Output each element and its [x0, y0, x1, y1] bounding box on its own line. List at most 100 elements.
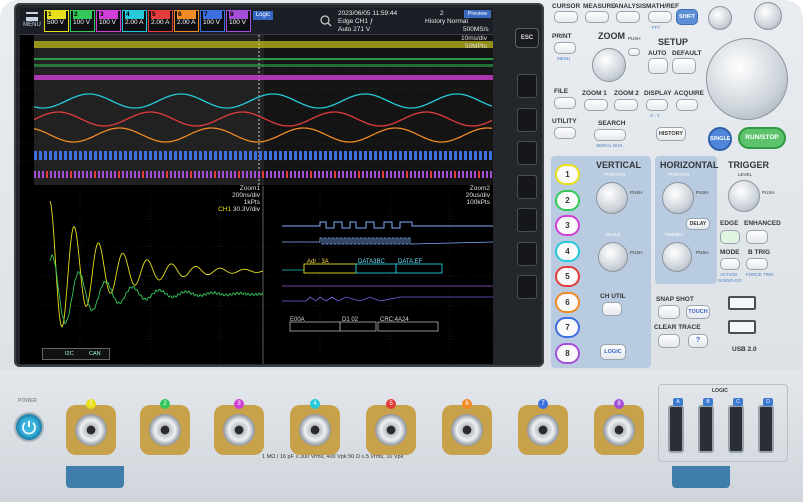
zoom-push-button[interactable] [628, 48, 640, 56]
preview-badge[interactable]: Preview [464, 10, 491, 18]
jog-shuttle-small[interactable] [708, 6, 732, 30]
soft-key-6[interactable] [517, 242, 537, 266]
bnc-input-ch8[interactable]: 8 [594, 399, 644, 455]
bnc-input-ch3[interactable]: 3 [214, 399, 264, 455]
edge-button[interactable] [720, 230, 740, 244]
channel-key-7[interactable]: 7 [555, 317, 580, 338]
channel-badge-6[interactable]: 6 2.00 A [174, 10, 199, 32]
channel-badge-7[interactable]: 7 100 V [200, 10, 225, 32]
menu-button[interactable]: MENU [22, 10, 42, 32]
power-button[interactable] [14, 412, 44, 442]
bnc-connector [299, 414, 331, 446]
soft-key-3[interactable] [517, 141, 537, 165]
bnc-input-ch4[interactable]: 4 [290, 399, 340, 455]
channel-key-6[interactable]: 6 [555, 291, 580, 313]
channel-badge-4[interactable]: 4 2.00 A [122, 10, 147, 32]
xy-label: X - Y [650, 113, 660, 118]
logic-port-b[interactable]: B [698, 398, 714, 453]
help-button[interactable]: ? [688, 334, 708, 348]
trace-ch7-pulse [129, 151, 132, 160]
trace-ch7-pulse [64, 151, 67, 160]
channel-badge-5[interactable]: 5 2.00 A [148, 10, 173, 32]
bnc-input-ch2[interactable]: 2 [140, 399, 190, 455]
utility-button[interactable] [554, 127, 576, 139]
trigger-level-knob[interactable] [728, 180, 760, 212]
zoom2-button[interactable] [614, 99, 638, 111]
jog-dial[interactable] [706, 38, 788, 120]
trace-ch8-tick [98, 171, 100, 178]
bnc-connector [75, 414, 107, 446]
soft-key-4[interactable] [517, 175, 537, 199]
esc-button[interactable]: ESC [515, 28, 539, 48]
acquire-button[interactable] [676, 99, 698, 111]
default-button[interactable] [672, 58, 696, 74]
bnc-input-ch5[interactable]: 5 [366, 399, 416, 455]
logic-port-c[interactable]: C [728, 398, 744, 453]
enhanced-button[interactable] [746, 230, 768, 244]
file-button[interactable] [554, 97, 576, 109]
zoom1-window[interactable] [34, 35, 264, 185]
clear-trace-button[interactable] [658, 334, 680, 348]
print-button[interactable] [554, 42, 576, 54]
snapshot-button[interactable] [658, 305, 680, 319]
zoom2-window[interactable] [264, 35, 493, 185]
logic-port-d[interactable]: D [758, 398, 774, 453]
logic-inputs-label: LOGIC [712, 388, 728, 394]
display-screen[interactable]: MENU Logic 2023/06/05 11:59:44 Edge CH1 … [20, 8, 493, 364]
channel-key-2[interactable]: 2 [555, 189, 580, 211]
logic-button[interactable]: LOGIC [600, 344, 626, 360]
analysis-button[interactable] [616, 11, 640, 23]
soft-key-7[interactable] [517, 275, 537, 299]
cursor-button[interactable] [554, 11, 578, 23]
bnc-input-ch6[interactable]: 6 [442, 399, 492, 455]
channel-badge-8[interactable]: 8 100 V [226, 10, 251, 32]
trace-ch8-tick [198, 171, 200, 178]
trace-ch7-pulse [244, 151, 247, 160]
zoom1-button[interactable] [584, 99, 608, 111]
ch-util-button[interactable] [602, 302, 622, 316]
channel-badge-3[interactable]: 3 100 V [96, 10, 121, 32]
auto-button[interactable] [648, 58, 668, 74]
soft-key-1[interactable] [517, 74, 537, 98]
history-button[interactable]: HISTORY [656, 127, 686, 141]
zoom-knob[interactable] [592, 48, 626, 82]
b-trig-button[interactable] [746, 258, 768, 270]
channel-key-4[interactable]: 4 [555, 240, 580, 262]
delay-button[interactable]: DELAY [686, 218, 710, 230]
soft-key-2[interactable] [517, 108, 537, 132]
bnc-input-ch1[interactable]: 1 [66, 399, 116, 455]
mode-button[interactable] [720, 258, 740, 270]
channel-key-8[interactable]: 8 [555, 342, 580, 364]
channel-badge-1[interactable]: 1 500 V [44, 10, 69, 32]
trace-ch8-tick [346, 171, 348, 178]
horizontal-position-knob[interactable] [662, 182, 694, 214]
display-button[interactable] [646, 99, 668, 111]
vertical-position-knob[interactable] [596, 182, 628, 214]
trace-ch8-tick [274, 171, 276, 178]
trace-ch7-pulse [239, 151, 242, 160]
trace-ch8-tick [170, 171, 172, 178]
bnc-input-ch7[interactable]: 7 [518, 399, 568, 455]
logic-port-a[interactable]: A [668, 398, 684, 453]
trace-ch8-tick [326, 171, 328, 178]
shift-button[interactable]: SHIFT [676, 9, 698, 25]
channel-key-5[interactable]: 5 [555, 266, 580, 287]
usb-port-2[interactable] [728, 320, 756, 334]
channel-key-3[interactable]: 3 [555, 215, 580, 236]
touch-button[interactable]: TOUCH [686, 305, 710, 319]
trace-ch8-tick [450, 171, 452, 178]
math-ref-button[interactable] [648, 11, 672, 23]
run-stop-button[interactable]: RUN/STOP [738, 127, 786, 149]
channel-key-1[interactable]: 1 [555, 164, 580, 185]
measure-button[interactable] [585, 11, 609, 23]
adjust-knob-small[interactable] [754, 2, 782, 30]
search-button[interactable] [594, 129, 626, 141]
vertical-scale-knob[interactable] [598, 242, 628, 272]
usb-port-1[interactable] [728, 296, 756, 310]
soft-key-5[interactable] [517, 208, 537, 232]
channel-badge-2[interactable]: 2 100 V [70, 10, 95, 32]
time-div-knob[interactable] [662, 242, 692, 272]
single-button[interactable]: SINGLE [708, 127, 732, 151]
logic-badge[interactable]: Logic [253, 11, 273, 20]
bnc-channel-tag: 3 [234, 399, 244, 409]
